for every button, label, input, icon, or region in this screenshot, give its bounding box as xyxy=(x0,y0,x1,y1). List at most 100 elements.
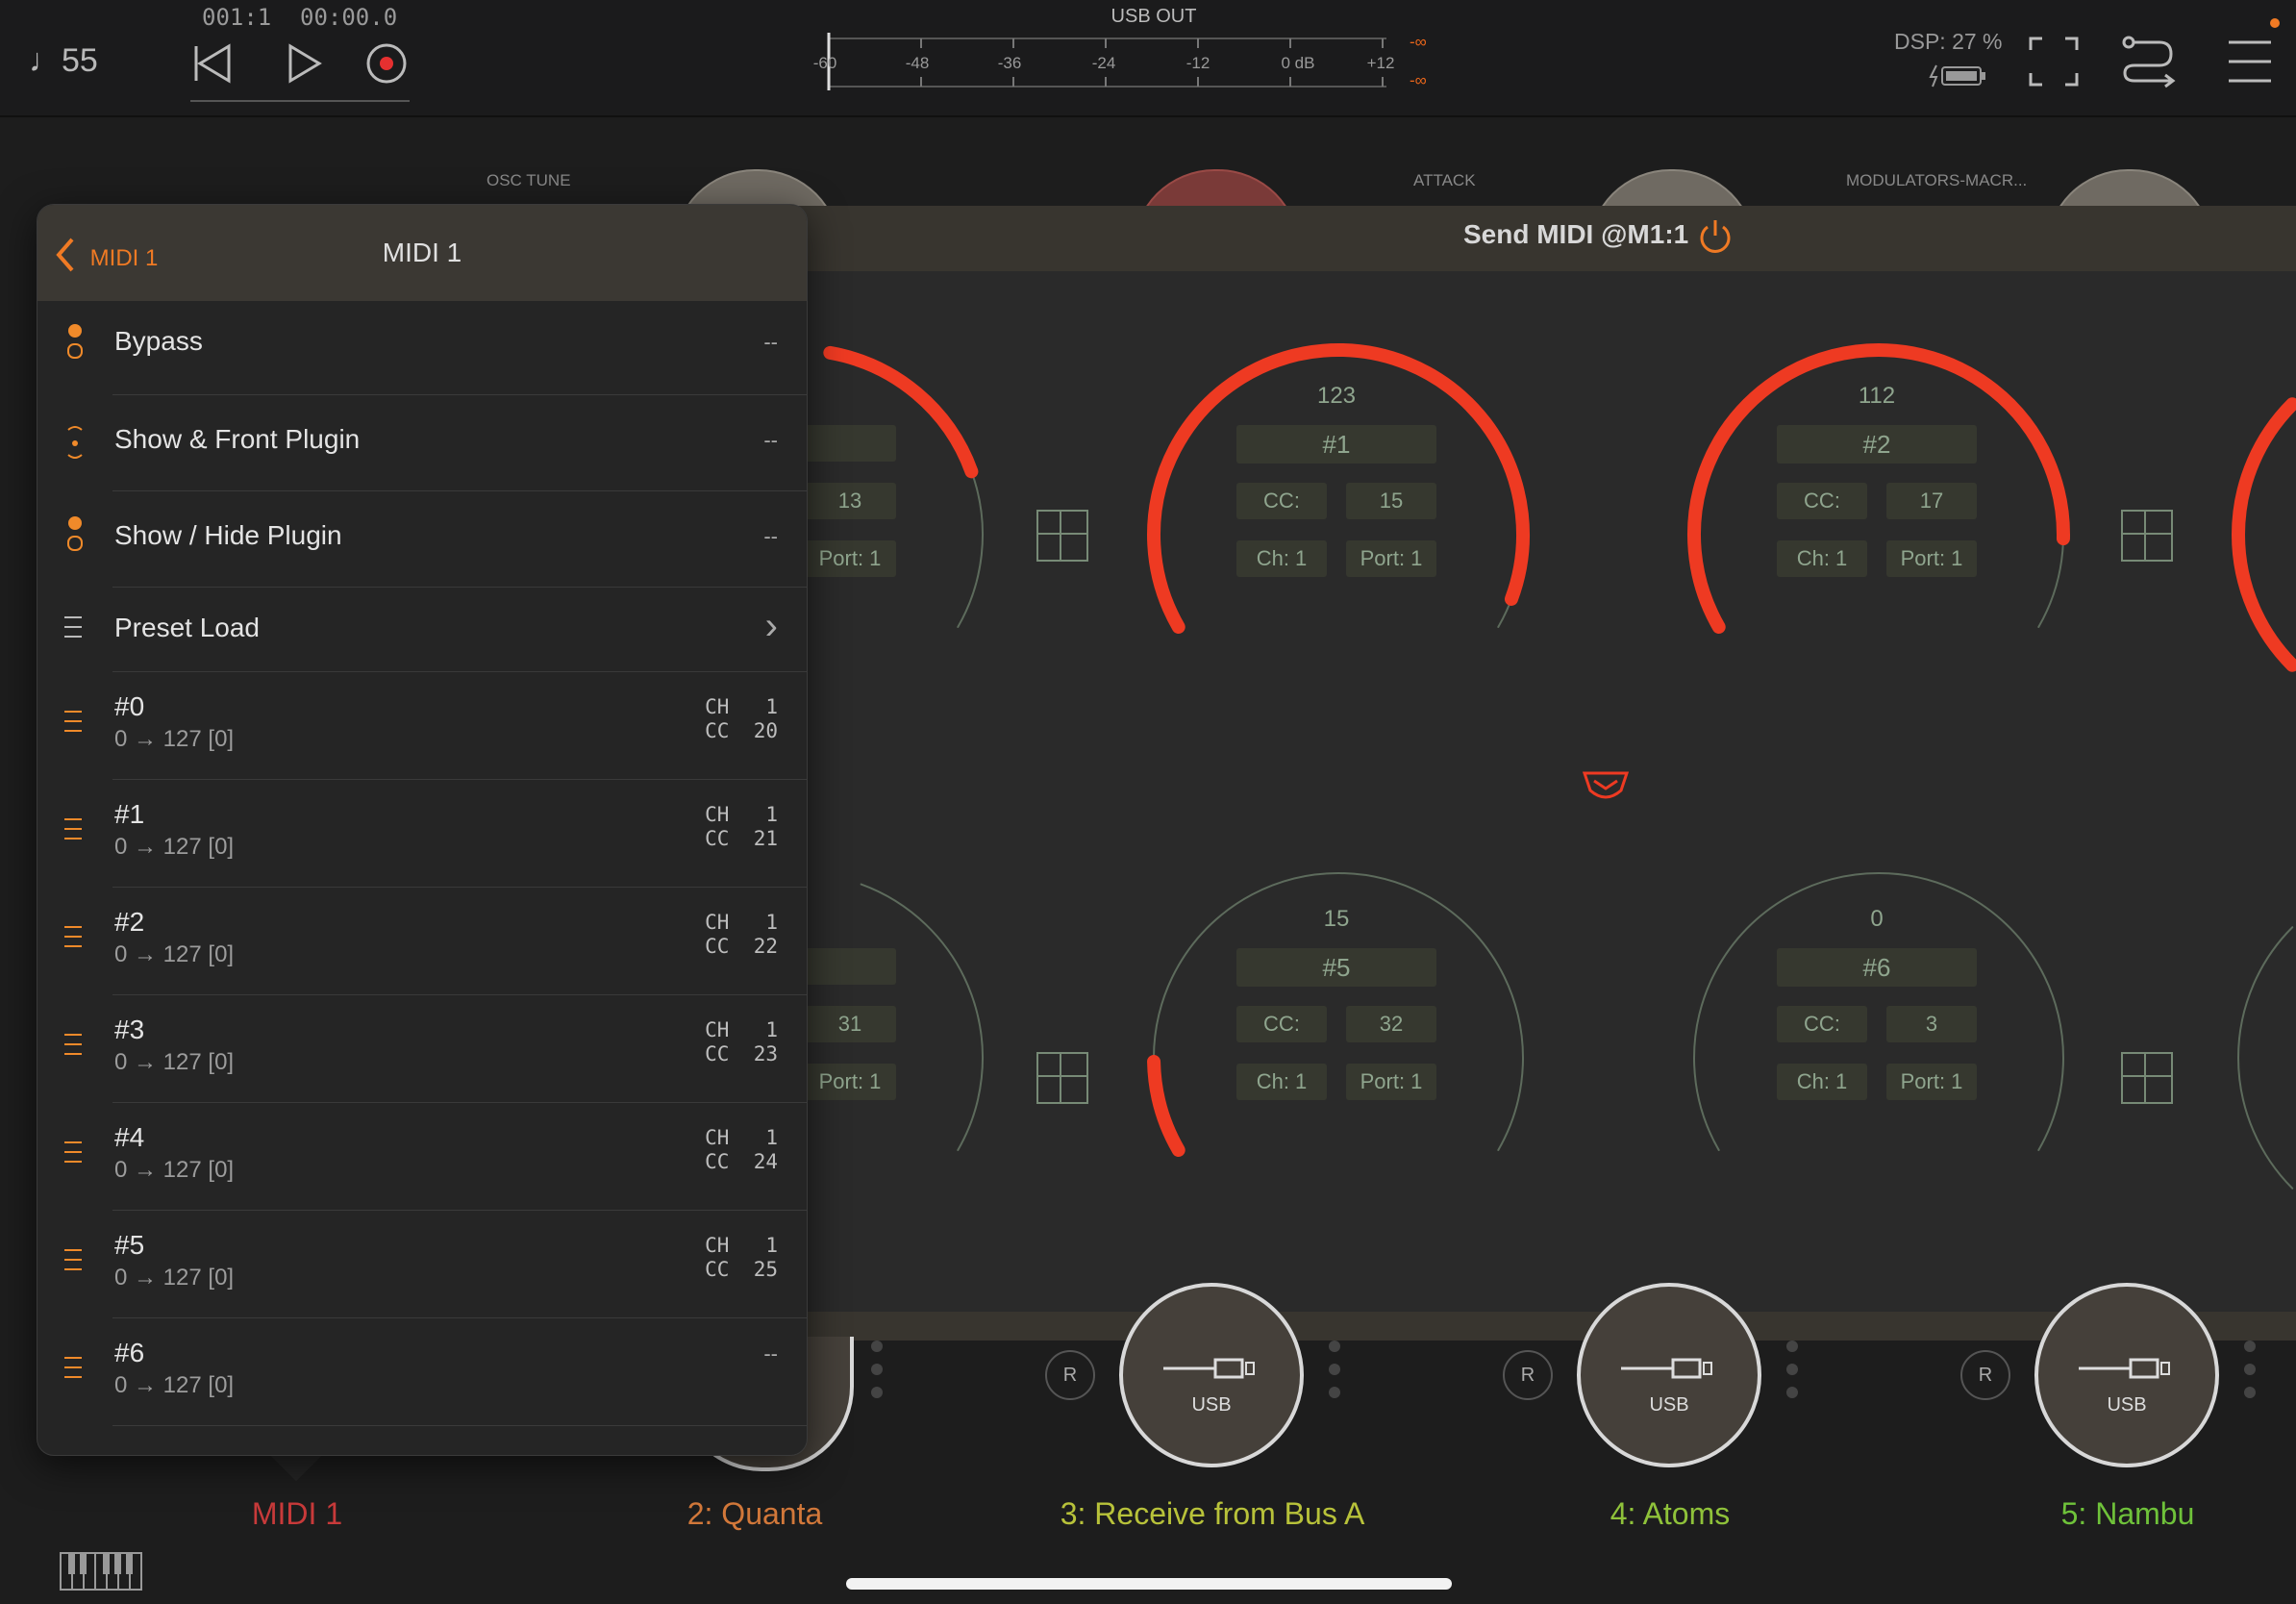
chevron-right-icon: › xyxy=(764,605,778,647)
param-value: -- xyxy=(763,1341,778,1366)
r-button[interactable]: R xyxy=(1503,1350,1553,1400)
channel-box[interactable]: Ch: 1 xyxy=(1236,1064,1327,1100)
cc-label-box: CC: xyxy=(1777,483,1867,519)
port-box[interactable]: Port: 1 xyxy=(1886,540,1977,577)
r-button[interactable]: R xyxy=(1045,1350,1095,1400)
knob-name-box[interactable]: #6 xyxy=(1777,948,1977,987)
action-value: -- xyxy=(763,330,778,354)
param-name: #5 xyxy=(114,1230,145,1260)
track-label[interactable]: 5: Nambu xyxy=(2061,1496,2195,1532)
knob-name-box[interactable]: #1 xyxy=(1236,425,1436,464)
keyboard-button[interactable] xyxy=(60,1552,142,1595)
channel-box[interactable]: Ch: 1 xyxy=(1777,540,1867,577)
cc-value-box[interactable]: 13 xyxy=(804,483,896,519)
param-cc: CC 25 xyxy=(705,1258,778,1281)
action-row-bypass[interactable]: Bypass -- xyxy=(37,301,807,395)
port-box[interactable]: Port: 1 xyxy=(804,1064,896,1100)
usb-output-knob[interactable]: USB xyxy=(2034,1283,2219,1467)
output-dots xyxy=(2244,1341,2256,1410)
param-row[interactable]: #3 0 → 127 [0] CH 1 CC 23 xyxy=(37,995,807,1103)
param-icon xyxy=(64,1141,86,1170)
param-cc: CC 24 xyxy=(705,1150,778,1173)
action-label: Show & Front Plugin xyxy=(114,424,361,454)
piano-keyboard-icon xyxy=(60,1552,142,1591)
grid-icon[interactable] xyxy=(2121,1052,2173,1104)
list-icon xyxy=(64,616,86,645)
channel-box[interactable]: Ch: 1 xyxy=(1236,540,1327,577)
param-icon xyxy=(64,711,86,739)
port-box[interactable]: Port: 1 xyxy=(1346,1064,1436,1100)
knob-name-box xyxy=(804,425,896,462)
output-dots xyxy=(1329,1341,1340,1410)
param-channel: CH 1 xyxy=(705,695,778,718)
param-range: 0 → 127 [0] xyxy=(114,726,235,752)
usb-label: USB xyxy=(2107,1394,2147,1416)
param-icon xyxy=(64,1249,86,1278)
param-row[interactable]: #0 0 → 127 [0] CH 1 CC 20 xyxy=(37,672,807,780)
usb-label: USB xyxy=(1191,1394,1232,1416)
param-row[interactable]: #1 0 → 127 [0] CH 1 CC 21 xyxy=(37,780,807,888)
plugin-logo-icon xyxy=(1582,765,1630,809)
param-icon xyxy=(64,1034,86,1063)
param-channel: CH 1 xyxy=(705,1018,778,1041)
track-label[interactable]: 3: Receive from Bus A xyxy=(1061,1496,1365,1532)
param-range: 0 → 127 [0] xyxy=(114,1265,235,1291)
grid-icon[interactable] xyxy=(2121,510,2173,562)
knob-name-box[interactable]: #2 xyxy=(1777,425,1977,464)
divider xyxy=(112,1425,807,1426)
usb-label: USB xyxy=(1649,1394,1689,1416)
cc-value-box[interactable]: 15 xyxy=(1346,483,1436,519)
r-button[interactable]: R xyxy=(1960,1350,2010,1400)
param-cc: CC 21 xyxy=(705,827,778,850)
param-channel: CH 1 xyxy=(705,911,778,934)
param-name: #1 xyxy=(114,799,145,829)
knob-value: 0 xyxy=(1870,906,1884,932)
action-row-show-hide[interactable]: Show / Hide Plugin -- xyxy=(37,491,807,588)
action-value: -- xyxy=(763,428,778,452)
home-indicator[interactable] xyxy=(846,1578,1452,1590)
cc-value-box[interactable]: 31 xyxy=(804,1006,896,1042)
output-dots xyxy=(1786,1341,1798,1410)
action-row-show-front[interactable]: Show & Front Plugin -- xyxy=(37,395,807,491)
param-row[interactable]: #4 0 → 127 [0] CH 1 CC 24 xyxy=(37,1103,807,1211)
param-icon xyxy=(64,1357,86,1386)
port-box[interactable]: Port: 1 xyxy=(804,540,896,577)
track-label[interactable]: 4: Atoms xyxy=(1610,1496,1731,1532)
port-box[interactable]: Port: 1 xyxy=(1346,540,1436,577)
cc-value-box[interactable]: 3 xyxy=(1886,1006,1977,1042)
cc-value-box[interactable]: 32 xyxy=(1346,1006,1436,1042)
knob-name-box[interactable]: #5 xyxy=(1236,948,1436,987)
knob-name-box xyxy=(804,948,896,985)
toggle-indicator-icon xyxy=(64,324,86,359)
param-range: 0 → 127 [0] xyxy=(114,1372,235,1398)
action-label: Bypass xyxy=(114,326,203,356)
param-icon xyxy=(64,926,86,955)
track-label[interactable]: MIDI 1 xyxy=(252,1496,342,1532)
knob-value: 15 xyxy=(1323,906,1350,932)
usb-output-knob[interactable]: USB xyxy=(1119,1283,1304,1467)
knob-track xyxy=(2237,926,2294,1190)
knob-value: 112 xyxy=(1858,383,1896,409)
grid-icon[interactable] xyxy=(1036,510,1088,562)
slider-icon xyxy=(2079,1358,2170,1379)
grid-icon[interactable] xyxy=(1036,1052,1088,1104)
param-row[interactable]: #6 0 → 127 [0] -- xyxy=(37,1318,807,1426)
usb-output-knob[interactable]: USB xyxy=(1577,1283,1761,1467)
trigger-indicator-icon xyxy=(64,424,86,467)
param-channel: CH 1 xyxy=(705,1126,778,1149)
knob-value: 123 xyxy=(1316,383,1357,409)
action-label: Preset Load xyxy=(114,613,260,642)
channel-box[interactable]: Ch: 1 xyxy=(1777,1064,1867,1100)
action-row-preset-load[interactable]: Preset Load › xyxy=(37,588,807,672)
cc-label-box: CC: xyxy=(1236,483,1327,519)
cc-value-box[interactable]: 17 xyxy=(1886,483,1977,519)
param-name: #4 xyxy=(114,1122,145,1152)
port-box[interactable]: Port: 1 xyxy=(1886,1064,1977,1100)
track-label[interactable]: 2: Quanta xyxy=(687,1496,823,1532)
param-range: 0 → 127 [0] xyxy=(114,834,235,860)
param-row[interactable]: #5 0 → 127 [0] CH 1 CC 25 xyxy=(37,1211,807,1318)
param-channel: CH 1 xyxy=(705,1234,778,1257)
param-channel: CH 1 xyxy=(705,803,778,826)
param-row[interactable]: #2 0 → 127 [0] CH 1 CC 22 xyxy=(37,888,807,995)
param-cc: CC 23 xyxy=(705,1042,778,1065)
